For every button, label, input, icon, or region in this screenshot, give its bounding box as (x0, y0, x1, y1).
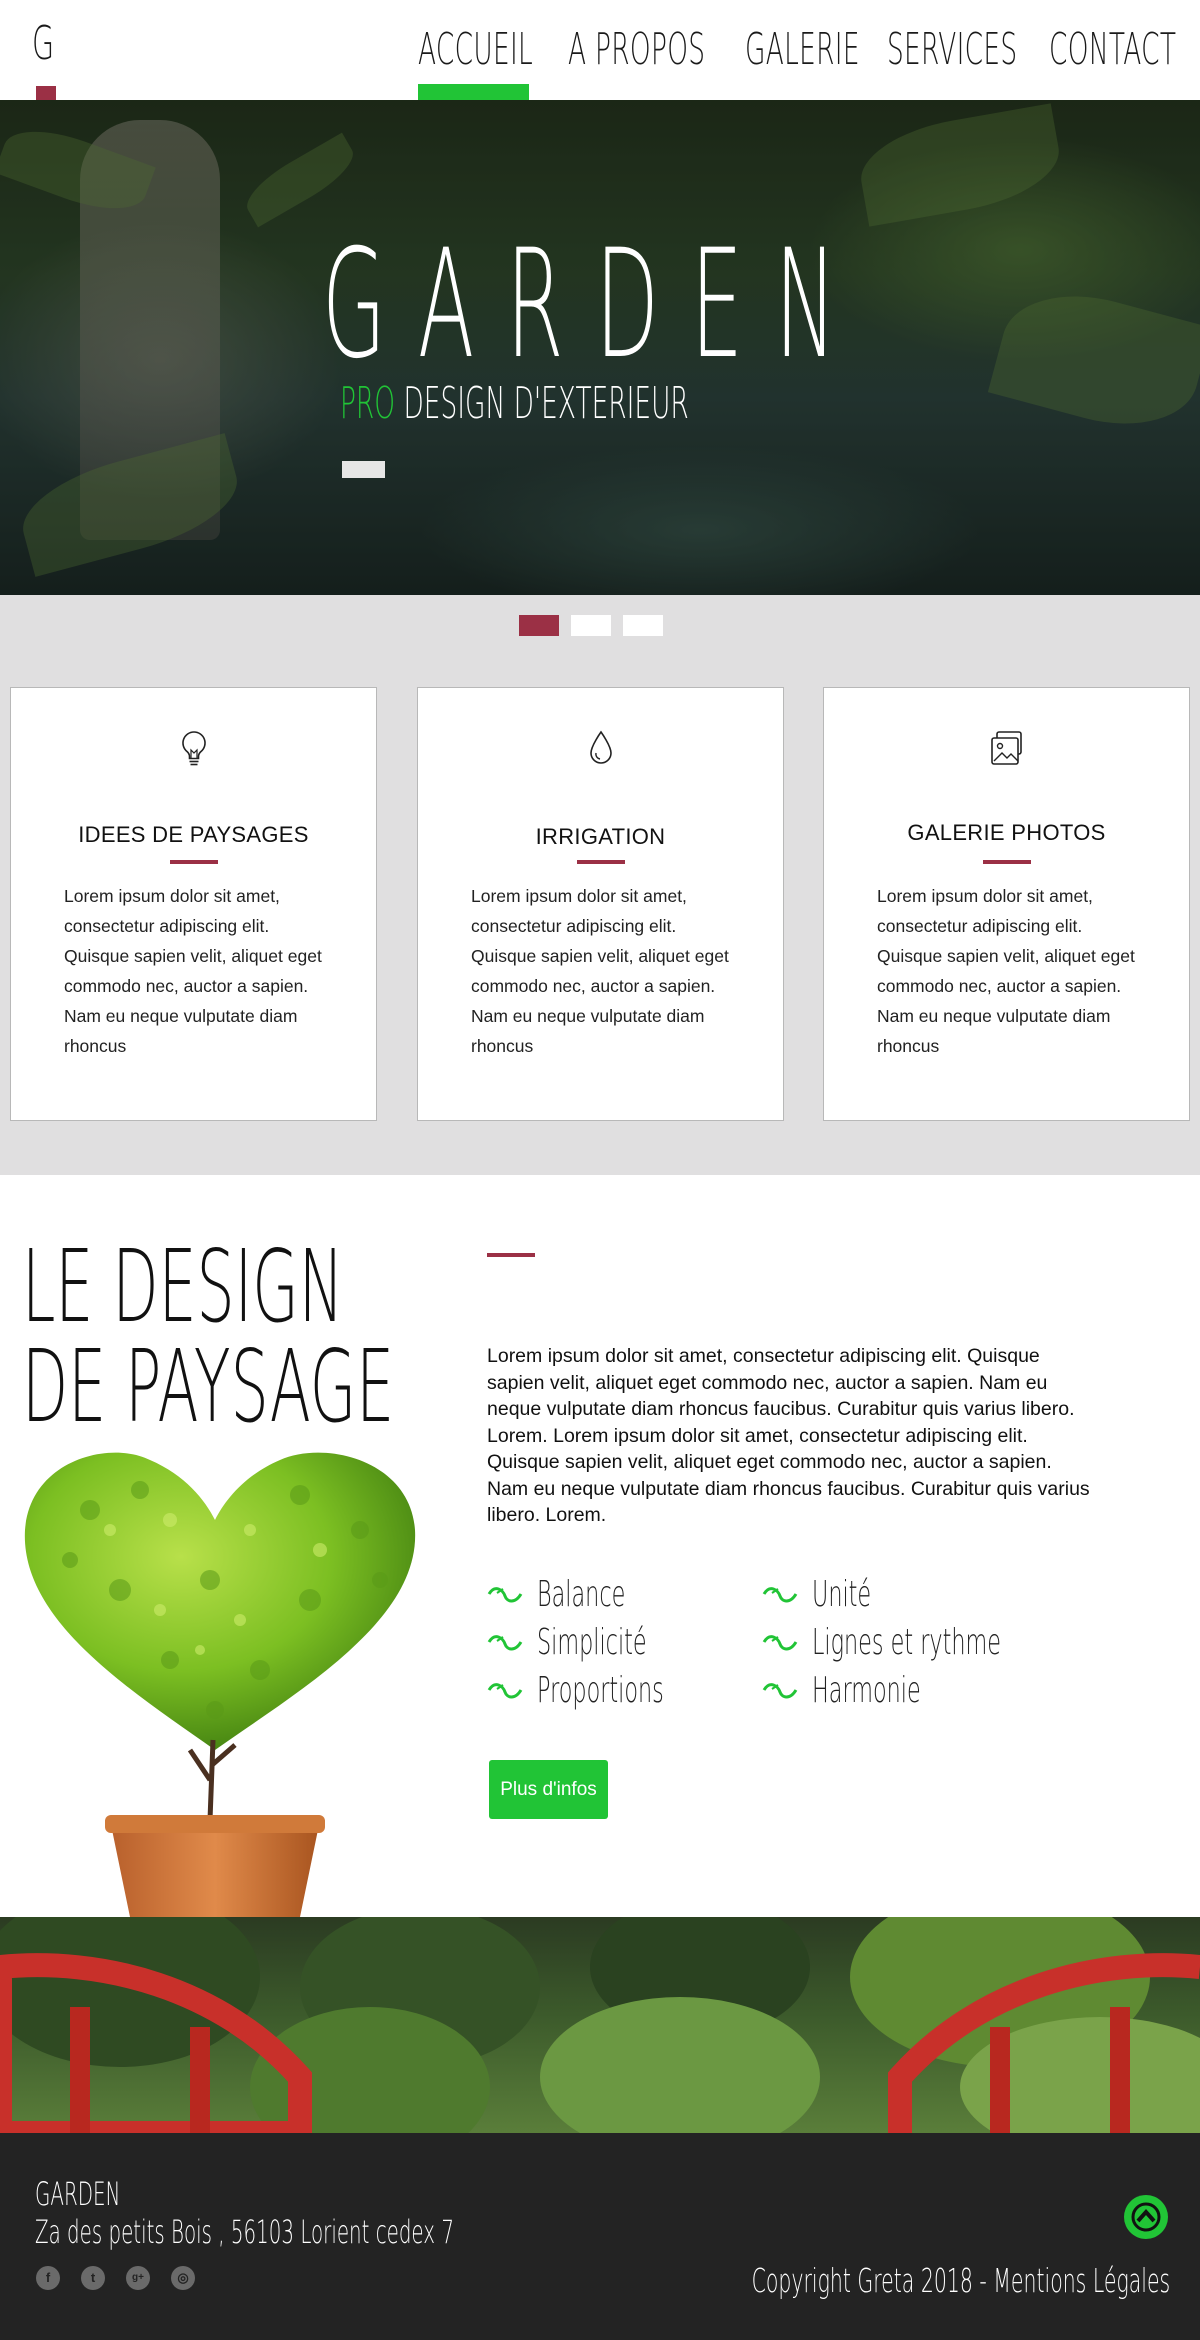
hero-button[interactable] (342, 461, 385, 478)
service-card: IDEES DE PAYSAGES Lorem ipsum dolor sit … (10, 687, 377, 1121)
feature-label: Proportions (537, 1669, 664, 1711)
hero-subtitle-text: DESIGN D'EXTERIEUR (395, 378, 689, 429)
twitter-icon[interactable]: t (81, 2266, 105, 2290)
footer-address: Za des petits Bois , 56103 Lorient cedex… (35, 2213, 454, 2251)
feature-label: Lignes et rythme (812, 1621, 1001, 1663)
card-title: GALERIE PHOTOS (907, 820, 1106, 845)
site-header: G ACCUEIL A PROPOS GALERIE SERVICES CONT… (0, 0, 1200, 100)
feature-item: Balance (487, 1573, 679, 1615)
google-plus-icon[interactable]: g+ (126, 2266, 150, 2290)
leaf-swirl-icon (762, 1587, 798, 1603)
nav-item-a-propos[interactable]: A PROPOS (568, 25, 705, 74)
site-footer: GARDEN Za des petits Bois , 56103 Lorien… (0, 2133, 1200, 2340)
heart-topiary-image (24, 1452, 416, 1917)
nav-item-services[interactable]: SERVICES (887, 25, 1017, 74)
feature-item: Lignes et rythme (762, 1621, 1117, 1663)
section-rule (487, 1253, 535, 1257)
lightbulb-icon (181, 731, 206, 766)
instagram-icon[interactable]: ◎ (171, 2266, 195, 2290)
feature-label: Simplicité (537, 1621, 647, 1663)
leaf-swirl-icon (487, 1635, 523, 1651)
feature-label: Balance (537, 1573, 626, 1615)
main-nav: ACCUEIL A PROPOS GALERIE SERVICES CONTAC… (0, 25, 1200, 100)
card-text: Lorem ipsum dolor sit amet, consectetur … (471, 886, 729, 1056)
feature-label: Unité (812, 1573, 872, 1615)
card-title: IRRIGATION (535, 824, 666, 849)
card-title-rule (576, 860, 625, 864)
footer-brand: GARDEN (35, 2175, 121, 2213)
section-text: Lorem ipsum dolor sit amet, consectetur … (487, 1345, 1090, 1526)
leaf-swirl-icon (487, 1683, 523, 1699)
services-section: IDEES DE PAYSAGES Lorem ipsum dolor sit … (0, 595, 1200, 1175)
leaf-swirl-icon (762, 1683, 798, 1699)
landscape-design-section: LE DESIGN DE PAYSAGE Lorem ipsum dolor s… (0, 1175, 1200, 1917)
nav-item-galerie[interactable]: GALERIE (745, 25, 860, 74)
chevron-up-icon (1131, 2202, 1161, 2232)
facebook-icon[interactable]: f (36, 2266, 60, 2290)
hero-banner: GARDEN PRO DESIGN D'EXTERIEUR (0, 100, 1200, 595)
card-text: Lorem ipsum dolor sit amet, consectetur … (877, 886, 1135, 1056)
feature-item: Proportions (487, 1669, 742, 1711)
nav-item-accueil[interactable]: ACCUEIL (418, 25, 533, 74)
hero-subtitle-pro: PRO (340, 378, 396, 429)
water-drop-icon (589, 730, 612, 764)
hero-title: GARDEN (322, 218, 869, 392)
more-info-button[interactable]: Plus d'infos (489, 1760, 608, 1819)
feature-item: Unité (762, 1573, 907, 1615)
garden-bridge-banner (0, 1917, 1200, 2133)
garden-bridge-image (0, 1917, 1200, 2133)
feature-item: Harmonie (762, 1669, 987, 1711)
scroll-top-button[interactable] (1124, 2195, 1168, 2239)
nav-active-indicator (418, 84, 529, 100)
feature-label: Harmonie (812, 1669, 921, 1711)
card-title-rule (169, 860, 218, 864)
card-text: Lorem ipsum dolor sit amet, consectetur … (64, 886, 322, 1056)
leaf-swirl-icon (762, 1635, 798, 1651)
leaf-swirl-icon (487, 1587, 523, 1603)
service-card: GALERIE PHOTOS Lorem ipsum dolor sit ame… (823, 687, 1190, 1121)
hero-subtitle: PRO DESIGN D'EXTERIEUR (340, 382, 689, 426)
slider-dot-3[interactable] (623, 615, 663, 636)
photo-gallery-icon (990, 731, 1022, 765)
card-title-rule (982, 860, 1031, 864)
card-title: IDEES DE PAYSAGES (78, 822, 309, 847)
feature-item: Simplicité (487, 1621, 714, 1663)
footer-copyright[interactable]: Copyright Greta 2018 - Mentions Légales (751, 2261, 1170, 2300)
section-title: LE DESIGN DE PAYSAGE (22, 1237, 394, 1437)
slider-dot-2[interactable] (571, 615, 611, 636)
slider-dot-1[interactable] (519, 615, 559, 636)
nav-item-contact[interactable]: CONTACT (1049, 25, 1176, 74)
service-card: IRRIGATION Lorem ipsum dolor sit amet, c… (417, 687, 784, 1121)
